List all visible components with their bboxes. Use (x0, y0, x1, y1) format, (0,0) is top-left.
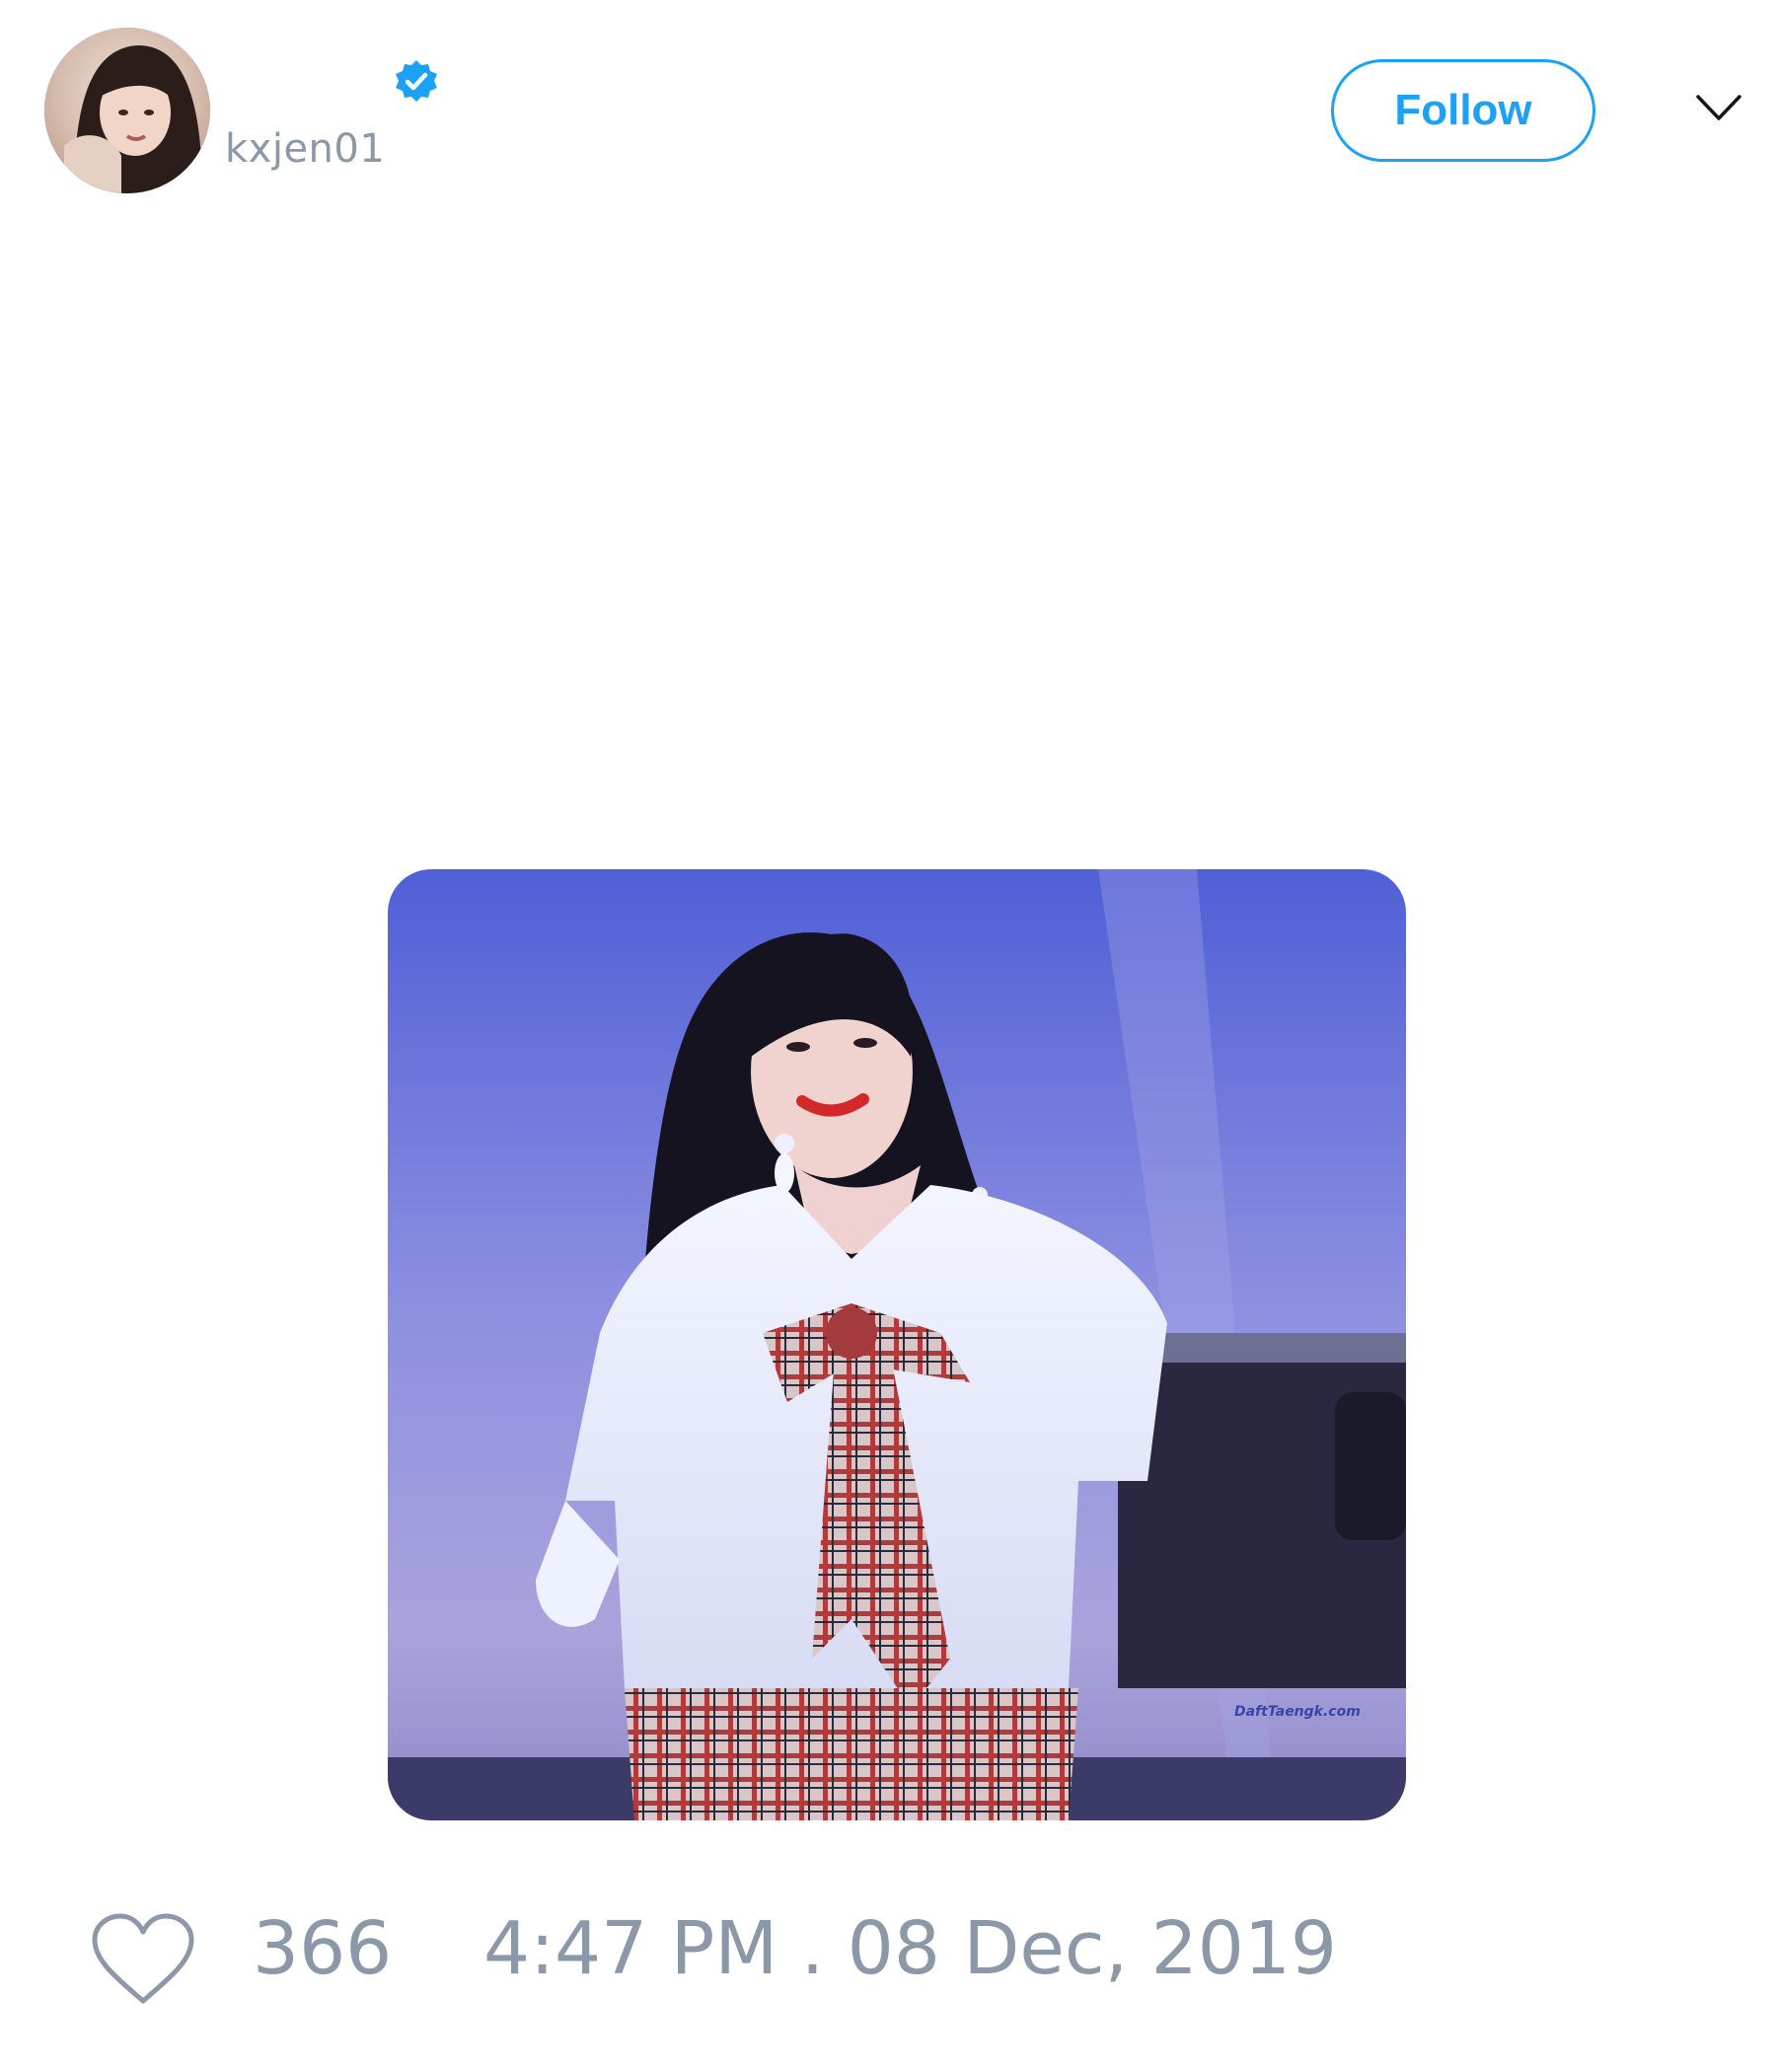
heart-outline-icon[interactable] (89, 1910, 197, 2009)
author-avatar[interactable] (44, 28, 210, 193)
tweet-media-image[interactable]: DaftTaengk.com (388, 869, 1406, 1820)
tweet-header: kxjen01 Follow (0, 0, 1776, 217)
chevron-down-icon[interactable] (1694, 91, 1743, 126)
author-handle[interactable]: kxjen01 (225, 126, 385, 172)
tweet-timestamp[interactable]: 4:47 PM . 08 Dec, 2019 (483, 1912, 1337, 1985)
follow-button[interactable]: Follow (1331, 59, 1595, 162)
like-count: 366 (253, 1906, 393, 1991)
verified-badge-icon (396, 60, 437, 102)
watermark-text: DaftTaengk.com (1234, 1704, 1361, 1720)
tweet-footer: 366 4:47 PM . 08 Dec, 2019 (0, 1894, 1776, 2013)
